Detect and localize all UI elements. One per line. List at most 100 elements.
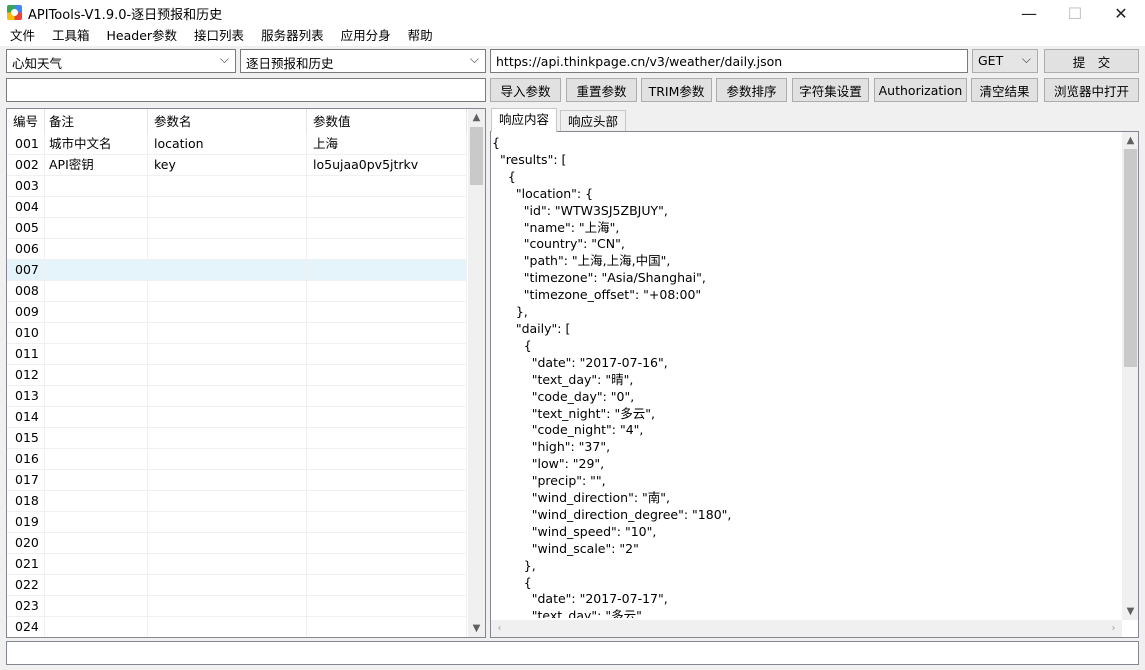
row-note-cell[interactable] xyxy=(45,554,148,574)
row-note-cell[interactable] xyxy=(45,176,148,196)
row-id-cell[interactable]: 013 xyxy=(7,386,45,406)
arrow-up-icon[interactable]: ▲ xyxy=(468,109,485,126)
row-param-value-cell[interactable] xyxy=(307,512,467,532)
minimize-button[interactable]: — xyxy=(1006,0,1052,26)
grid-scroll-thumb[interactable] xyxy=(470,127,483,185)
row-param-name-cell[interactable] xyxy=(148,197,307,217)
authorization-button[interactable]: Authorization xyxy=(874,78,967,102)
method-select[interactable]: GET ⌵ xyxy=(972,49,1038,73)
row-note-cell[interactable] xyxy=(45,428,148,448)
row-param-name-cell[interactable] xyxy=(148,281,307,301)
secondary-input-field[interactable] xyxy=(6,78,486,102)
row-param-name-cell[interactable] xyxy=(148,344,307,364)
row-id-cell[interactable]: 005 xyxy=(7,218,45,238)
row-note-cell[interactable] xyxy=(45,281,148,301)
row-param-name-cell[interactable] xyxy=(148,512,307,532)
header-id[interactable]: 编号 xyxy=(7,109,45,134)
response-content[interactable]: { "results": [ { "location": { "id": "WT… xyxy=(491,135,1121,618)
import-params-button[interactable]: 导入参数 xyxy=(490,78,561,102)
row-note-cell[interactable] xyxy=(45,302,148,322)
row-id-cell[interactable]: 021 xyxy=(7,554,45,574)
row-note-cell[interactable]: API密钥 xyxy=(45,155,148,175)
menu-app-clone[interactable]: 应用分身 xyxy=(331,26,398,46)
row-param-value-cell[interactable] xyxy=(307,428,467,448)
row-id-cell[interactable]: 017 xyxy=(7,470,45,490)
arrow-down-icon[interactable]: ▼ xyxy=(468,620,485,637)
table-row[interactable]: 008 xyxy=(7,281,467,302)
tab-response-content[interactable]: 响应内容 xyxy=(491,108,558,132)
table-row[interactable]: 021 xyxy=(7,554,467,575)
row-param-name-cell[interactable] xyxy=(148,323,307,343)
row-param-name-cell[interactable] xyxy=(148,554,307,574)
table-row[interactable]: 012 xyxy=(7,365,467,386)
table-row[interactable]: 007 xyxy=(7,260,467,281)
row-param-name-cell[interactable] xyxy=(148,575,307,595)
row-param-value-cell[interactable] xyxy=(307,344,467,364)
arrow-left-icon[interactable]: ‹ xyxy=(491,620,508,637)
header-note[interactable]: 备注 xyxy=(45,109,148,134)
row-id-cell[interactable]: 016 xyxy=(7,449,45,469)
row-param-name-cell[interactable] xyxy=(148,407,307,427)
table-row[interactable]: 016 xyxy=(7,449,467,470)
url-input[interactable] xyxy=(491,50,967,72)
table-row[interactable]: 014 xyxy=(7,407,467,428)
row-note-cell[interactable] xyxy=(45,470,148,490)
row-id-cell[interactable]: 011 xyxy=(7,344,45,364)
row-note-cell[interactable] xyxy=(45,575,148,595)
response-scroll-thumb[interactable] xyxy=(1124,149,1137,367)
table-row[interactable]: 024 xyxy=(7,617,467,637)
table-row[interactable]: 023 xyxy=(7,596,467,617)
table-row[interactable]: 019 xyxy=(7,512,467,533)
table-row[interactable]: 001 城市中文名 location 上海 xyxy=(7,134,467,155)
row-note-cell[interactable] xyxy=(45,491,148,511)
row-note-cell[interactable] xyxy=(45,512,148,532)
row-id-cell[interactable]: 024 xyxy=(7,617,45,637)
header-param-name[interactable]: 参数名 xyxy=(148,109,307,134)
row-id-cell[interactable]: 022 xyxy=(7,575,45,595)
charset-settings-button[interactable]: 字符集设置 xyxy=(792,78,869,102)
row-param-value-cell[interactable] xyxy=(307,323,467,343)
row-id-cell[interactable]: 008 xyxy=(7,281,45,301)
row-param-name-cell[interactable] xyxy=(148,218,307,238)
row-param-name-cell[interactable] xyxy=(148,260,307,280)
row-param-value-cell[interactable] xyxy=(307,449,467,469)
row-param-value-cell[interactable] xyxy=(307,197,467,217)
menu-file[interactable]: 文件 xyxy=(0,26,42,46)
response-vertical-scrollbar[interactable]: ▲ ▼ xyxy=(1122,132,1138,620)
row-param-name-cell[interactable]: location xyxy=(148,134,307,154)
row-note-cell[interactable]: 城市中文名 xyxy=(45,134,148,154)
row-id-cell[interactable]: 003 xyxy=(7,176,45,196)
row-note-cell[interactable] xyxy=(45,365,148,385)
grid-scrollbar[interactable]: ▲ ▼ xyxy=(468,109,485,637)
row-param-value-cell[interactable] xyxy=(307,554,467,574)
row-param-value-cell[interactable] xyxy=(307,239,467,259)
table-row[interactable]: 018 xyxy=(7,491,467,512)
close-button[interactable]: ✕ xyxy=(1098,0,1144,26)
table-row[interactable]: 002 API密钥 key lo5ujaa0pv5jtrkv xyxy=(7,155,467,176)
row-id-cell[interactable]: 015 xyxy=(7,428,45,448)
secondary-input[interactable] xyxy=(7,79,485,101)
tab-response-headers[interactable]: 响应头部 xyxy=(560,110,627,132)
row-param-name-cell[interactable] xyxy=(148,428,307,448)
table-row[interactable]: 005 xyxy=(7,218,467,239)
row-note-cell[interactable] xyxy=(45,344,148,364)
row-param-value-cell[interactable] xyxy=(307,302,467,322)
table-row[interactable]: 022 xyxy=(7,575,467,596)
response-horizontal-scrollbar[interactable]: ‹ › xyxy=(491,620,1122,637)
table-row[interactable]: 020 xyxy=(7,533,467,554)
row-id-cell[interactable]: 020 xyxy=(7,533,45,553)
arrow-down-icon[interactable]: ▼ xyxy=(1122,603,1138,620)
table-row[interactable]: 010 xyxy=(7,323,467,344)
row-param-value-cell[interactable] xyxy=(307,596,467,616)
table-row[interactable]: 011 xyxy=(7,344,467,365)
row-param-value-cell[interactable] xyxy=(307,260,467,280)
row-note-cell[interactable] xyxy=(45,533,148,553)
row-id-cell[interactable]: 010 xyxy=(7,323,45,343)
header-param-value[interactable]: 参数值 xyxy=(307,109,467,134)
row-id-cell[interactable]: 004 xyxy=(7,197,45,217)
row-param-value-cell[interactable] xyxy=(307,407,467,427)
row-id-cell[interactable]: 014 xyxy=(7,407,45,427)
row-param-value-cell[interactable] xyxy=(307,617,467,637)
api-select[interactable]: 逐日预报和历史 ⌵ xyxy=(240,49,486,73)
row-param-value-cell[interactable] xyxy=(307,533,467,553)
